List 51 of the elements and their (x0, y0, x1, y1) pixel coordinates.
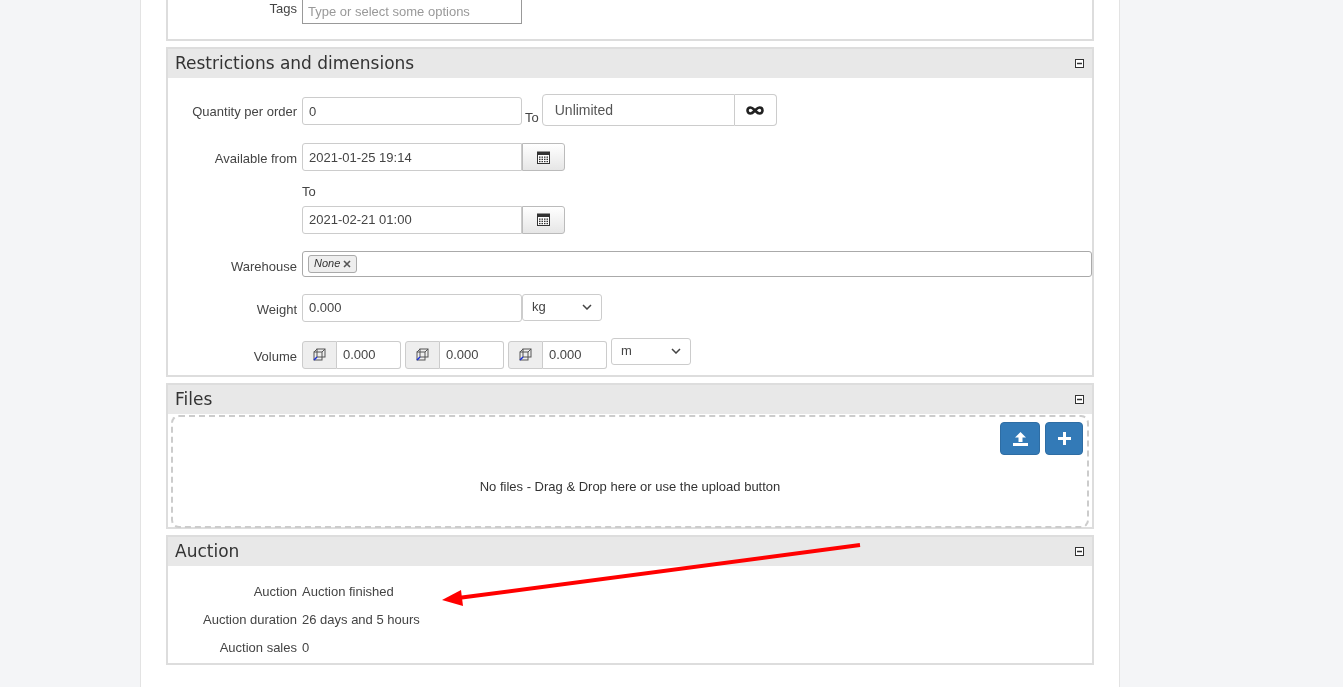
unit-select[interactable]: kg (522, 293, 602, 321)
calendar-icon (537, 150, 550, 164)
collapse-icon[interactable] (1075, 547, 1084, 556)
upload-button[interactable] (1000, 422, 1040, 455)
quantity-field[interactable]: 0 (302, 97, 522, 125)
panel-title: Files (175, 387, 213, 411)
field-label: Warehouse (231, 258, 297, 274)
plus-icon (1057, 432, 1071, 445)
field-label: Tags (269, 1, 297, 16)
cube-icon (313, 348, 326, 361)
quantity-max-field[interactable]: Unlimited (541, 94, 735, 126)
dimension-field[interactable]: 0.000 (337, 340, 401, 369)
field-label: Weight (256, 301, 297, 317)
unit-select[interactable]: m (611, 337, 691, 365)
to-label: To (302, 183, 317, 201)
chevron-down-icon (582, 304, 592, 310)
field-label: Quantity per order (192, 104, 297, 119)
field-value: 26 days and 5 hours (302, 611, 420, 630)
collapse-icon[interactable] (1075, 59, 1084, 68)
field-label: Available from (214, 151, 297, 166)
cube-icon (519, 348, 532, 361)
unlimited-button[interactable] (734, 94, 777, 126)
tag-text: None (314, 256, 341, 272)
dimension-field[interactable]: 0.000 (440, 340, 504, 369)
field-label: Auction duration (203, 612, 297, 628)
add-button[interactable] (1045, 422, 1083, 455)
close-icon[interactable] (343, 259, 352, 268)
date-field[interactable]: 2021-01-25 19:14 (302, 143, 522, 171)
to-label: To (524, 109, 540, 127)
date-field[interactable]: 2021-02-21 01:00 (302, 205, 522, 234)
infinity-icon[interactable] (746, 105, 765, 115)
warehouse-field[interactable]: None (302, 250, 1092, 277)
field-value: 0 (302, 639, 310, 658)
dimension-field[interactable]: 0.000 (543, 340, 607, 369)
field-label: Volume (253, 348, 297, 364)
field-label: Auction (253, 584, 297, 600)
calendar-icon (537, 213, 550, 226)
calendar-button[interactable] (522, 143, 565, 171)
upload-icon (1012, 431, 1028, 446)
tags-field[interactable]: Type or select some options (302, 0, 522, 24)
collapse-icon[interactable] (1075, 395, 1084, 404)
cube-icon (416, 348, 429, 361)
chevron-down-icon (671, 348, 681, 354)
field-value: Auction finished (302, 583, 394, 602)
field-label: Auction sales (219, 640, 297, 656)
calendar-button[interactable] (522, 205, 565, 234)
weight-field[interactable]: 0.000 (302, 293, 522, 322)
panel-title: Restrictions and dimensions (175, 51, 415, 75)
drop-zone[interactable]: No files - Drag & Drop here or use the upload button (171, 415, 1089, 528)
empty-message: No files - Drag & Drop here or use the upload button (479, 477, 781, 496)
panel-title: Auction (175, 539, 240, 563)
